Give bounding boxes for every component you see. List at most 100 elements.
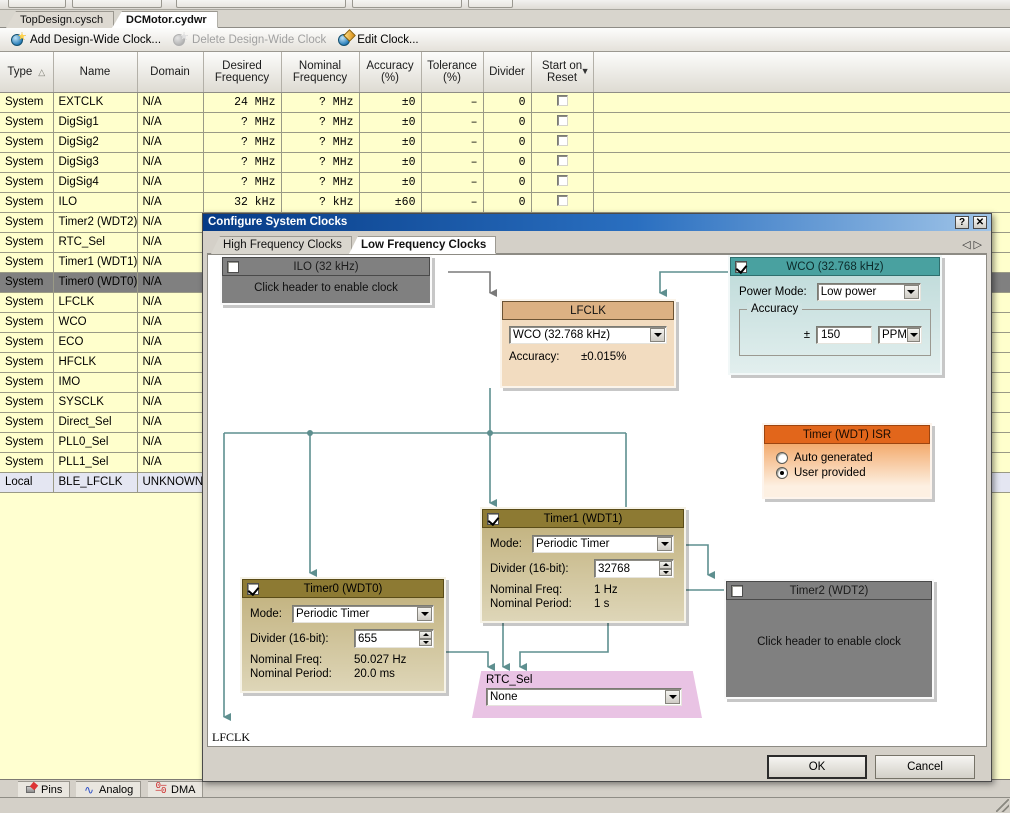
edit-clock-button[interactable]: Edit Clock... [333,29,423,50]
resize-grip[interactable] [996,799,1009,812]
stepper-up-icon[interactable] [419,631,432,639]
bottom-tab-pins[interactable]: Pins [18,781,71,798]
node-timer1-wdt1[interactable]: Timer1 (WDT1) Mode: Periodic Timer Divid… [480,507,686,623]
node-wco-header[interactable]: WCO (32.768 kHz) [730,257,940,276]
tab-prev-icon[interactable]: ◁ [962,239,973,251]
chevron-down-icon[interactable] [903,285,919,299]
rtc-sel-select[interactable]: None [486,688,682,706]
timer0-mode-select[interactable]: Periodic Timer [292,605,434,623]
start-on-reset-checkbox[interactable] [556,175,568,186]
cancel-button[interactable]: Cancel [875,755,975,779]
node-rtc-sel[interactable]: RTC_Sel None [472,671,702,718]
column-header-domain[interactable]: Domain [137,52,204,93]
stepper-down-icon[interactable] [419,638,432,646]
table-row[interactable]: System EXTCLK N/A 24 MHz? MHz ±0–0 [0,92,1010,113]
chevron-down-icon[interactable] [650,328,665,342]
document-tab-topdesign[interactable]: TopDesign.cysch [6,11,115,28]
node-timer2-wdt2[interactable]: Timer2 (WDT2) Click header to enable clo… [724,579,934,699]
column-header-nominal-frequency[interactable]: Nominal Frequency [281,52,360,93]
column-header-start-on-reset[interactable]: Start on Reset ▼ [531,52,594,93]
wco-power-mode-select[interactable]: Low power [816,283,921,301]
node-timer0-checkbox[interactable] [247,583,259,595]
stepper-up-icon[interactable] [659,561,672,569]
toolbar-group-1[interactable] [8,0,66,8]
radio-icon-selected[interactable] [776,467,788,479]
node-timer1-checkbox[interactable] [487,513,499,525]
cell-start-on-reset[interactable] [531,172,594,193]
cell-tolerance: – [421,132,484,153]
wco-accuracy-unit-select[interactable]: PPM [878,326,922,344]
column-header-name[interactable]: Name [53,52,138,93]
isr-option-auto-generated[interactable]: Auto generated [776,452,924,464]
toolbar-group-5[interactable] [468,0,513,8]
start-on-reset-checkbox[interactable] [556,95,568,106]
clock-diagram-canvas[interactable]: ILO (32 kHz) Click header to enable cloc… [207,254,987,747]
node-timer2-checkbox[interactable] [731,585,743,597]
tab-nav-arrows[interactable]: ◁▷ [962,238,985,251]
isr-option-user-provided[interactable]: User provided [776,467,924,479]
tab-high-frequency-clocks[interactable]: High Frequency Clocks [211,236,352,254]
lfclk-source-select[interactable]: WCO (32.768 kHz) [509,326,667,344]
column-header-type[interactable]: Type △ [0,52,54,93]
cell-start-on-reset[interactable] [531,192,594,213]
chevron-down-icon[interactable] [417,607,432,621]
start-on-reset-checkbox[interactable] [556,155,568,166]
node-timer1-header[interactable]: Timer1 (WDT1) [482,509,684,528]
table-row[interactable]: System DigSig1 N/A? MHz? MHz ±0–0 [0,112,1010,133]
chevron-down-icon[interactable] [907,328,920,342]
column-header-tolerance[interactable]: Tolerance (%) [421,52,484,93]
chevron-down-icon[interactable] [665,690,680,704]
node-wco[interactable]: WCO (32.768 kHz) Power Mode: Low power A… [728,255,942,375]
tab-next-icon[interactable]: ▷ [974,239,985,251]
ok-button[interactable]: OK [767,755,867,779]
timer0-divider-stepper[interactable]: 655 [354,629,434,648]
node-timer-wdt-isr[interactable]: Timer (WDT) ISR Auto generated User prov… [762,423,932,499]
close-icon[interactable]: ✕ [973,216,987,229]
node-ilo[interactable]: ILO (32 kHz) Click header to enable cloc… [220,255,432,305]
column-header-desired-frequency[interactable]: Desired Frequency [203,52,282,93]
node-timer0-wdt0[interactable]: Timer0 (WDT0) Mode: Periodic Timer Divid… [240,577,446,693]
toolbar-group-2[interactable] [72,0,162,8]
radio-icon[interactable] [776,452,788,464]
node-lfclk-header[interactable]: LFCLK [502,301,674,320]
tab-low-frequency-clocks[interactable]: Low Frequency Clocks [349,236,497,254]
add-design-wide-clock-button[interactable]: Add Design-Wide Clock... [6,30,166,50]
chevron-down-icon[interactable] [657,537,672,551]
start-on-reset-checkbox[interactable] [556,195,568,206]
toolbar-group-3[interactable] [176,0,346,8]
cell-start-on-reset[interactable] [531,152,594,173]
document-tab-dcmotor[interactable]: DCMotor.cydwr [112,11,218,28]
column-header-accuracy[interactable]: Accuracy (%) [359,52,422,93]
dialog-tab-bar: High Frequency Clocks Low Frequency Cloc… [207,235,987,254]
configure-system-clocks-dialog[interactable]: Configure System Clocks ? ✕ High Frequen… [202,213,992,782]
bottom-tab-analog[interactable]: ∿ Analog [76,781,142,798]
toolbar-group-4[interactable] [352,0,462,8]
node-lfclk[interactable]: LFCLK WCO (32.768 kHz) Accuracy: ±0.015% [500,299,676,388]
timer1-divider-stepper[interactable]: 32768 [594,559,674,578]
wco-accuracy-input[interactable]: 150 [816,326,872,344]
stepper-down-icon[interactable] [659,568,672,576]
node-ilo-checkbox[interactable] [227,261,239,273]
column-header-divider[interactable]: Divider [483,52,532,93]
start-on-reset-checkbox[interactable] [556,115,568,126]
cell-nominal-frequency: ? MHz [281,152,360,173]
start-on-reset-checkbox[interactable] [556,135,568,146]
table-row[interactable]: System DigSig3 N/A? MHz? MHz ±0–0 [0,152,1010,173]
table-row[interactable]: System ILO N/A 32 kHz? kHz ±60–0 [0,192,1010,213]
stepper-buttons[interactable] [419,631,432,646]
timer1-mode-select[interactable]: Periodic Timer [532,535,674,553]
node-ilo-header[interactable]: ILO (32 kHz) [222,257,430,276]
node-timer0-header[interactable]: Timer0 (WDT0) [242,579,444,598]
help-button[interactable]: ? [955,216,969,229]
cell-start-on-reset[interactable] [531,92,594,113]
bottom-tab-dma[interactable]: 0─ ─0 DMA [148,781,204,798]
table-row[interactable]: System DigSig4 N/A? MHz? MHz ±0–0 [0,172,1010,193]
node-wco-checkbox[interactable] [735,261,747,273]
stepper-buttons[interactable] [659,561,672,576]
cell-start-on-reset[interactable] [531,132,594,153]
dialog-title-bar[interactable]: Configure System Clocks ? ✕ [203,214,991,231]
cell-start-on-reset[interactable] [531,112,594,133]
table-row[interactable]: System DigSig2 N/A? MHz? MHz ±0–0 [0,132,1010,153]
node-timer2-header[interactable]: Timer2 (WDT2) [726,581,932,600]
column-chooser-icon[interactable]: ▼ [581,66,590,76]
